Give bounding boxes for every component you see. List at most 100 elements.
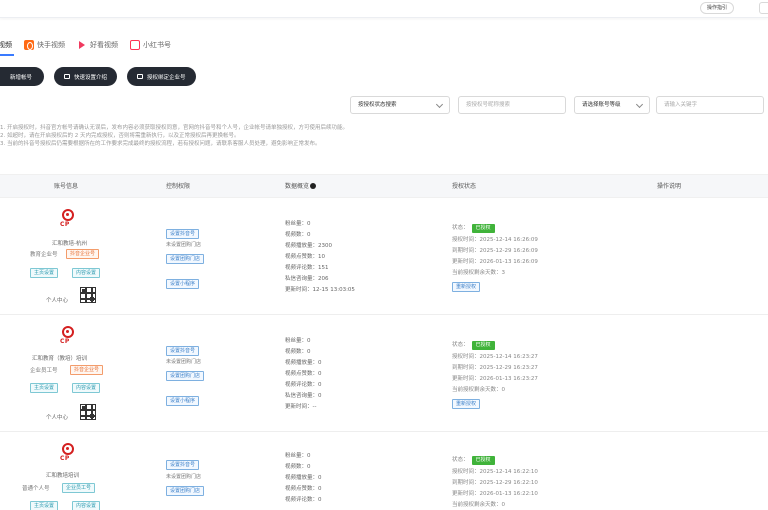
stat-likes: 视频点赞数：0: [285, 486, 322, 492]
auth-time: 授权时间：2025-12-14 16:22:10: [452, 469, 538, 475]
stat-messages: 私信咨询量：206: [285, 276, 329, 282]
chevron-down-icon: [635, 100, 644, 109]
update-time: 更新时间：2026-01-13 16:23:27: [452, 376, 538, 382]
qr-code-icon[interactable]: [80, 404, 96, 420]
store-status: 未设置团购门店: [166, 359, 202, 365]
header-control: 控制权限: [166, 183, 191, 190]
quick-setup-label: 快速设置介绍: [74, 74, 108, 81]
kuaishou-icon: [24, 40, 34, 50]
account-level-value: 请选择账号等级: [582, 102, 621, 108]
authorized-badge: 已授权: [471, 341, 495, 350]
set-miniapp-button[interactable]: 设置小程序: [166, 279, 200, 289]
guide-button[interactable]: 操作指引: [700, 2, 735, 14]
lock-icon: [64, 74, 70, 79]
stat-updated: 更新时间：12-15 13:03:05: [285, 287, 355, 293]
auth-status: 状态： 已授权: [452, 455, 495, 465]
qr-code-icon[interactable]: [80, 287, 96, 303]
table-row: CP 汇和教培-杭州 教育企业号 抖音企业号 主页设置 内容设置 个人中心 设置…: [0, 199, 768, 315]
active-tab-indicator: [0, 54, 14, 56]
stat-videos: 视频数：0: [285, 232, 311, 238]
stat-comments: 视频评论数：0: [285, 497, 322, 503]
tab-label: 抖音视频: [0, 41, 12, 49]
store-status: 未设置团购门店: [166, 242, 202, 248]
auth-status-select[interactable]: 按授权状态搜索: [350, 96, 450, 114]
authorized-badge: 已授权: [471, 224, 495, 233]
account-type: 教育企业号: [30, 252, 58, 258]
auth-time: 授权时间：2025-12-14 16:23:27: [452, 354, 538, 360]
header-remark: 操作说明: [657, 183, 682, 190]
help-icon[interactable]: [310, 183, 317, 189]
reauthorize-button[interactable]: 重新授权: [452, 282, 481, 292]
notice-line: 3. 当前的抖音号授权后仍需要根据所在的工作要求完成最终的授权流程，若有授权问题…: [0, 141, 321, 147]
quick-setup-button[interactable]: 快速设置介绍: [54, 67, 118, 86]
account-type-tag: 企业员工号: [62, 483, 96, 493]
authorized-badge: 已授权: [471, 456, 495, 465]
table-header: 账号信息 控制权限 数据概览 授权状态 操作说明: [0, 174, 768, 198]
xiaohongshu-icon: [130, 40, 140, 50]
account-logo: CP: [60, 443, 78, 467]
tab-label: 好看视频: [90, 41, 118, 49]
account-logo: CP: [60, 209, 78, 233]
set-miniapp-button[interactable]: 设置小程序: [166, 396, 200, 406]
set-store-button[interactable]: 设置团购门店: [166, 486, 205, 496]
stat-videos: 视频数：0: [285, 464, 311, 470]
tab-douyin[interactable]: 抖音视频: [0, 40, 12, 50]
content-tag[interactable]: 内容设置: [72, 268, 101, 278]
tab-label: 快手视频: [37, 41, 65, 49]
update-time: 更新时间：2026-01-13 16:22:10: [452, 491, 538, 497]
personal-center-link[interactable]: 个人中心: [46, 413, 68, 421]
header-auth: 授权状态: [452, 183, 477, 190]
account-name: 汇和教培培训: [46, 473, 80, 479]
personal-center-link[interactable]: 个人中心: [46, 296, 68, 304]
tab-label: 小红书号: [143, 41, 171, 49]
chevron-down-icon: [435, 100, 444, 109]
auth-status: 状态： 已授权: [452, 340, 495, 350]
account-name: 汇和教育（教培）培训: [32, 356, 88, 362]
bind-enterprise-button[interactable]: 授权绑定企业号: [127, 67, 196, 86]
keyword-search-input[interactable]: 请输入关键字: [656, 96, 764, 114]
nickname-search-input[interactable]: 按授权号昵称搜索: [458, 96, 566, 114]
filter-bar: 按授权状态搜索 按授权号昵称搜索 请选择账号等级 请输入关键字: [0, 96, 768, 116]
homepage-tag[interactable]: 主页设置: [30, 383, 59, 393]
notice-line: 2. 如超时，请在开启授权后的 2 天内完成授权，否则将需重新执行，以及正常授权…: [0, 133, 240, 139]
header-account: 账号信息: [54, 183, 79, 190]
bind-enterprise-label: 授权绑定企业号: [147, 74, 186, 81]
stat-likes: 视频点赞数：0: [285, 371, 322, 377]
tab-kuaishou[interactable]: 快手视频: [24, 40, 65, 50]
account-logo: CP: [60, 326, 78, 350]
set-store-button[interactable]: 设置团购门店: [166, 371, 205, 381]
tab-xiaohongshu[interactable]: 小红书号: [130, 40, 171, 50]
stat-fans: 粉丝量：0: [285, 453, 311, 459]
top-bar: 操作指引: [0, 0, 768, 18]
notice-text: 1. 开启授权时，抖音官方帐号请确认无误后，发布内容必须获取授权同意，官网的抖音…: [0, 124, 560, 148]
account-level-select[interactable]: 请选择账号等级: [574, 96, 650, 114]
auth-status: 状态： 已授权: [452, 223, 495, 233]
platform-tabs: 抖音视频 快手视频 好看视频 小红书号: [0, 36, 183, 54]
days-left: 当前授权剩余天数：0: [452, 387, 505, 393]
set-account-button[interactable]: 设置抖音号: [166, 229, 200, 239]
set-account-button[interactable]: 设置抖音号: [166, 346, 200, 356]
top-right-button[interactable]: [759, 2, 768, 14]
stat-fans: 粉丝量：0: [285, 338, 311, 344]
reauthorize-button[interactable]: 重新授权: [452, 399, 481, 409]
days-left: 当前授权剩余天数：3: [452, 270, 505, 276]
expire-time: 到期时间：2025-12-29 16:22:10: [452, 480, 538, 486]
stat-comments: 视频评论数：0: [285, 382, 322, 388]
add-account-button[interactable]: 新增帐号: [0, 67, 44, 86]
tab-haokan[interactable]: 好看视频: [77, 40, 118, 50]
set-account-button[interactable]: 设置抖音号: [166, 460, 200, 470]
set-store-button[interactable]: 设置团购门店: [166, 254, 205, 264]
expire-time: 到期时间：2025-12-29 16:26:09: [452, 248, 538, 254]
days-left: 当前授权剩余天数：0: [452, 502, 505, 508]
content-tag[interactable]: 内容设置: [72, 501, 101, 510]
stat-fans: 粉丝量：0: [285, 221, 311, 227]
add-account-label: 新增帐号: [10, 74, 33, 81]
stat-videos: 视频数：0: [285, 349, 311, 355]
update-time: 更新时间：2026-01-13 16:26:09: [452, 259, 538, 265]
content-tag[interactable]: 内容设置: [72, 383, 101, 393]
stat-updated: 更新时间：--: [285, 404, 317, 410]
stat-plays: 视频播放量：0: [285, 360, 322, 366]
homepage-tag[interactable]: 主页设置: [30, 268, 59, 278]
account-name: 汇和教培-杭州: [52, 241, 87, 247]
homepage-tag[interactable]: 主页设置: [30, 501, 59, 510]
